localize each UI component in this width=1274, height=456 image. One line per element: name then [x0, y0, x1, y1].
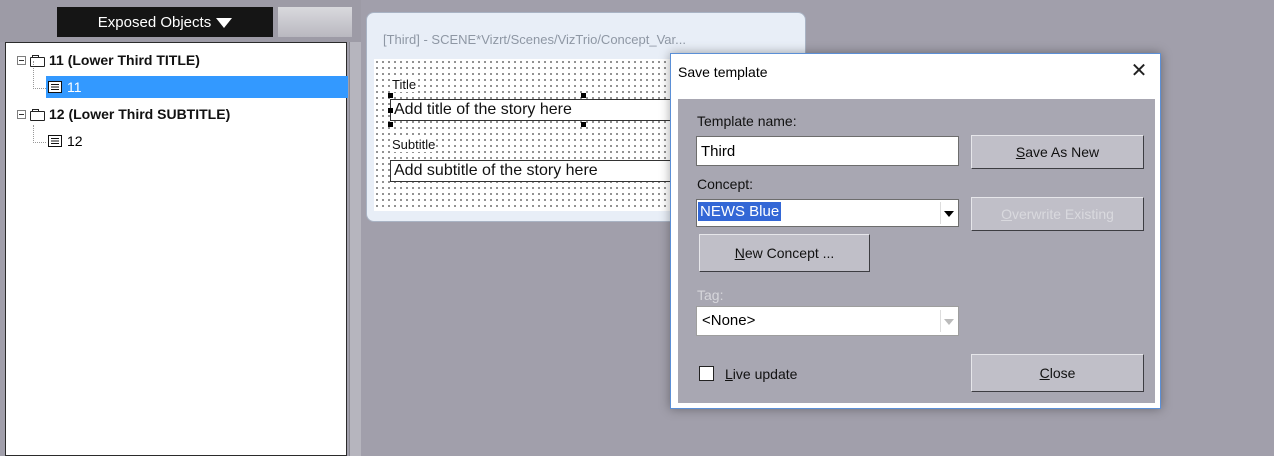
tree-connector — [33, 125, 34, 143]
button-text: ave As New — [1025, 144, 1100, 160]
resize-handle[interactable] — [581, 93, 586, 98]
template-name-label: Template name: — [697, 113, 797, 129]
dialog-title: Save template — [678, 64, 768, 80]
resize-handle[interactable] — [388, 122, 393, 127]
button-mnemonic: N — [734, 245, 745, 261]
label-text: ive update — [732, 366, 798, 382]
text-field-icon — [48, 135, 62, 147]
subtitle-field[interactable]: Add subtitle of the story here — [390, 160, 690, 182]
tree-child-12[interactable]: 12 — [46, 130, 83, 152]
dialog-body: Template name: Save As New Concept: NEWS… — [678, 96, 1155, 403]
button-mnemonic: C — [1039, 365, 1050, 381]
tree-child-label: 11 — [67, 79, 82, 95]
resize-handle[interactable] — [388, 93, 393, 98]
label-mnemonic: L — [725, 366, 733, 382]
chevron-down-icon[interactable] — [940, 202, 956, 224]
tree-item-11[interactable]: 11 (Lower Third TITLE) — [17, 49, 200, 71]
folder-open-icon — [30, 54, 45, 67]
tree-item-label: 12 (Lower Third SUBTITLE) — [49, 106, 231, 122]
tree-connector — [33, 142, 46, 143]
save-as-new-button[interactable]: Save As New — [971, 135, 1144, 169]
folder-open-icon — [30, 108, 45, 121]
save-template-dialog: Save template ✕ Template name: Save As N… — [670, 53, 1161, 409]
collapse-icon[interactable] — [17, 109, 26, 119]
button-text: ew Concept ... — [744, 245, 835, 261]
live-update-checkbox[interactable] — [699, 366, 714, 381]
exposed-objects-tree: 11 (Lower Third TITLE) 11 12 (Lower Thir… — [5, 42, 348, 456]
chevron-down-icon[interactable] — [940, 310, 956, 332]
resize-handle[interactable] — [581, 122, 586, 127]
collapse-icon[interactable] — [17, 55, 26, 65]
text-field-icon — [48, 81, 62, 93]
button-text: verwrite Existing — [1011, 206, 1114, 222]
tree-connector — [33, 88, 46, 89]
button-mnemonic: S — [1015, 144, 1026, 160]
tag-select-value: <None> — [702, 312, 756, 329]
subtitle-field-label: Subtitle — [391, 137, 437, 152]
button-mnemonic: O — [1001, 206, 1012, 222]
tree-child-11[interactable]: 11 — [46, 76, 348, 98]
tree-item-12[interactable]: 12 (Lower Third SUBTITLE) — [17, 103, 230, 125]
resize-handle[interactable] — [388, 108, 393, 113]
tree-item-label: 11 (Lower Third TITLE) — [49, 52, 200, 68]
live-update-label[interactable]: Live update — [725, 366, 797, 382]
close-button[interactable]: Close — [971, 354, 1144, 392]
concept-label: Concept: — [697, 176, 754, 192]
concept-select-value: NEWS Blue — [698, 202, 782, 221]
concept-select[interactable]: NEWS Blue — [696, 199, 959, 227]
close-icon[interactable]: ✕ — [1128, 60, 1150, 82]
tag-select[interactable]: <None> — [696, 306, 959, 336]
panel-header-button[interactable] — [278, 7, 352, 37]
exposed-objects-panel: Exposed Objects 11 (Lower Third TITLE) 1… — [0, 0, 361, 456]
tree-child-label: 12 — [67, 133, 83, 149]
exposed-objects-tab[interactable]: Exposed Objects — [57, 7, 273, 37]
title-field[interactable]: Add title of the story here — [390, 99, 686, 121]
template-name-input[interactable] — [696, 136, 959, 166]
template-window-title: [Third] - SCENE*Vizrt/Scenes/VizTrio/Con… — [383, 32, 686, 47]
panel-scrollbar[interactable] — [349, 42, 361, 456]
button-text: lose — [1049, 365, 1076, 381]
overwrite-existing-button[interactable]: Overwrite Existing — [971, 197, 1144, 231]
new-concept-button[interactable]: New Concept ... — [699, 234, 870, 272]
tag-label: Tag: — [697, 287, 724, 303]
exposed-objects-tab-label: Exposed Objects — [97, 13, 212, 31]
title-field-label: Title — [391, 77, 418, 92]
dropdown-caret-icon[interactable] — [216, 18, 233, 28]
